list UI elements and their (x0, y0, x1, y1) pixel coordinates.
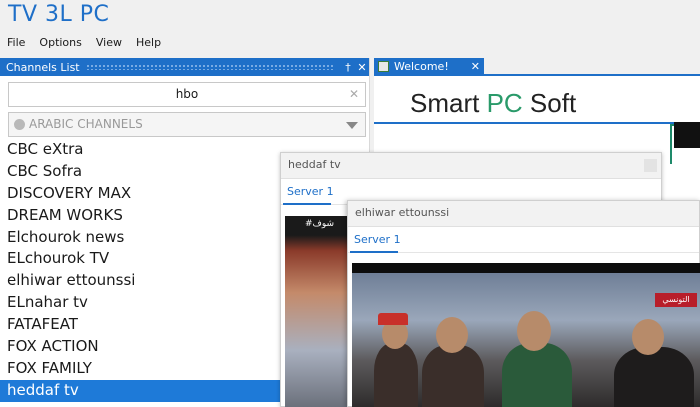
tab-server-1[interactable]: Server 1 (287, 185, 334, 198)
tab-server-1[interactable]: Server 1 (354, 233, 401, 246)
channels-panel-title: Channels List (6, 60, 80, 74)
channel-item[interactable]: FATAFEAT (0, 314, 280, 336)
window-title-text: heddaf tv (288, 158, 341, 171)
channel-item[interactable]: CBC eXtra (0, 139, 280, 161)
channel-item[interactable]: elhiwar ettounssi (0, 270, 280, 292)
video-frame (352, 273, 700, 407)
clear-search-icon[interactable]: ✕ (349, 83, 359, 106)
channel-logo: التونسي (655, 293, 697, 307)
channel-list: CBC eXtra CBC Sofra DISCOVERY MAX DREAM … (0, 139, 280, 402)
active-tab-indicator (283, 203, 331, 205)
search-value: hbo (175, 87, 199, 101)
brand-text-accent: PC (486, 88, 523, 118)
menu-file[interactable]: File (0, 34, 32, 52)
page-icon (378, 61, 389, 72)
menu-options[interactable]: Options (32, 34, 88, 52)
document-tab-strip: Welcome! ✕ (374, 58, 700, 76)
close-icon[interactable]: ✕ (355, 61, 369, 74)
video-figure (502, 343, 572, 407)
tab-welcome[interactable]: Welcome! ✕ (374, 58, 484, 76)
channel-item[interactable]: CBC Sofra (0, 161, 280, 183)
player-window-title[interactable]: heddaf tv (281, 153, 661, 179)
brand-text-right: Soft (522, 88, 577, 118)
pin-icon[interactable]: † (341, 61, 355, 74)
category-selected: ARABIC CHANNELS (29, 117, 143, 131)
menu-help[interactable]: Help (129, 34, 168, 52)
brand-divider (374, 122, 700, 124)
channel-item-selected[interactable]: heddaf tv (0, 379, 280, 402)
video-player[interactable]: التونسي (352, 263, 700, 407)
video-caption: #شوف (305, 219, 335, 229)
channel-item[interactable]: ELnahar tv (0, 292, 280, 314)
tab-welcome-label: Welcome! (394, 60, 449, 73)
tab-close-icon[interactable]: ✕ (471, 58, 480, 76)
menu-bar: File Options View Help (0, 34, 700, 52)
video-figure (422, 345, 484, 407)
window-title-text: elhiwar ettounssi (355, 206, 450, 219)
chevron-down-icon[interactable] (346, 122, 358, 129)
video-figure (374, 343, 418, 407)
video-figure (517, 311, 551, 351)
channel-item[interactable]: DISCOVERY MAX (0, 183, 280, 205)
channel-item[interactable]: ELchourok TV (0, 248, 280, 270)
video-player[interactable]: #شوف (285, 216, 347, 407)
window-button[interactable] (644, 159, 657, 172)
channel-item[interactable]: FOX ACTION (0, 336, 280, 358)
globe-icon (14, 119, 25, 130)
brand-text-left: Smart (410, 88, 487, 118)
video-figure (378, 313, 408, 325)
brand-logo: Smart PC Soft (410, 88, 576, 119)
player-window-elhiwar[interactable]: elhiwar ettounssi Server 1 التونسي (347, 200, 700, 407)
app-title: TV 3L PC (8, 2, 110, 27)
channel-item[interactable]: FOX FAMILY (0, 358, 280, 380)
category-dropdown[interactable]: ARABIC CHANNELS (8, 112, 366, 137)
channel-item[interactable]: Elchourok news (0, 227, 280, 249)
player-window-title[interactable]: elhiwar ettounssi (348, 201, 699, 227)
server-tabs: Server 1 (348, 227, 699, 253)
menu-view[interactable]: View (89, 34, 129, 52)
video-figure (436, 317, 468, 353)
active-tab-indicator (350, 251, 398, 253)
channel-item[interactable]: DREAM WORKS (0, 205, 280, 227)
video-figure (632, 319, 664, 355)
decorative-block (674, 122, 700, 148)
channel-search-input[interactable]: hbo ✕ (8, 82, 366, 107)
video-figure (614, 347, 694, 407)
channels-panel-header: Channels List † ✕ (0, 58, 369, 76)
panel-grip (85, 64, 335, 70)
